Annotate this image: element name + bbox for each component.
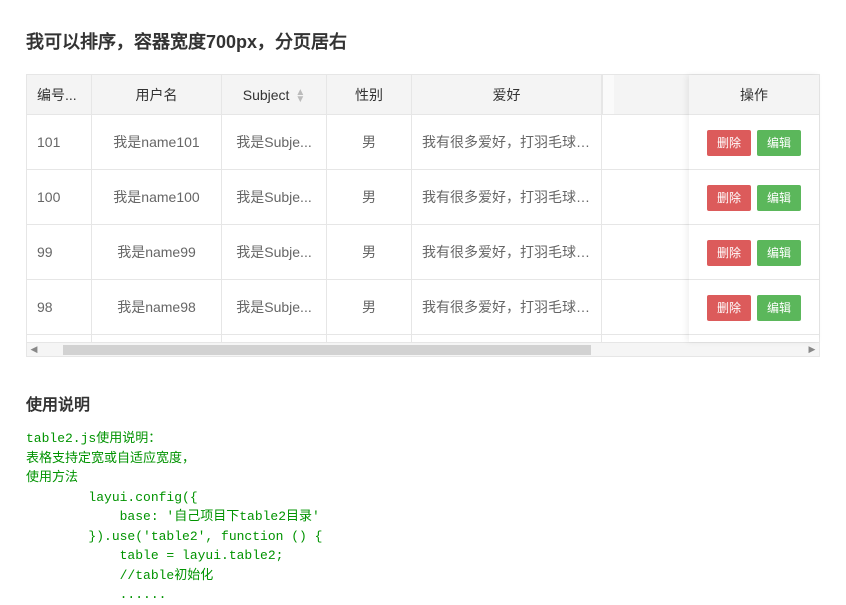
table-row: 删除 编辑 [689,115,819,170]
cell-hobby: 我有很多爱好，打羽毛球，打... [412,335,602,342]
table-row: 删除 编辑 [689,335,819,342]
delete-button[interactable]: 删除 [707,295,751,321]
page-title: 我可以排序，容器宽度700px，分页居右 [26,28,820,54]
edit-button[interactable]: 编辑 [757,295,801,321]
cell-op: 删除 编辑 [689,225,819,280]
cell-hobby: 我有很多爱好，打羽毛球，打... [412,225,602,280]
scroll-left-arrow-icon[interactable]: ◀ [27,344,41,355]
cell-op: 删除 编辑 [689,280,819,335]
cell-sex: 男 [327,170,412,225]
cell-sex: 男 [327,225,412,280]
col-header-id[interactable]: 编号... [27,75,92,115]
cell-sex: 男 [327,115,412,170]
col-header-hobby[interactable]: 爱好 [412,75,602,115]
cell-subject: 我是Subje... [222,225,327,280]
table-row: 删除 编辑 [689,280,819,335]
cell-op: 删除 编辑 [689,335,819,342]
cell-subject: 我是Subje... [222,170,327,225]
cell-sex: 男 [327,280,412,335]
edit-button[interactable]: 编辑 [757,240,801,266]
horizontal-scrollbar[interactable]: ◀ ▶ [27,342,819,356]
delete-button[interactable]: 删除 [707,240,751,266]
cell-user: 我是name101 [92,115,222,170]
instruction-title: 使用说明 [26,391,820,415]
col-header-subject-label: Subject [243,87,290,103]
cell-subject: 我是Subje... [222,115,327,170]
cell-hobby: 我有很多爱好，打羽毛球，打... [412,280,602,335]
cell-hobby: 我有很多爱好，打羽毛球，打... [412,170,602,225]
code-block: table2.js使用说明： 表格支持定宽或自适应宽度， 使用方法 layui.… [26,429,820,605]
scroll-right-arrow-icon[interactable]: ▶ [805,344,819,355]
edit-button[interactable]: 编辑 [757,185,801,211]
data-table: 编号... 用户名 Subject ▲▼ 性别 爱好 101 我是name101… [26,74,820,357]
cell-id: 101 [27,115,92,170]
cell-user: 我是name100 [92,170,222,225]
col-header-username[interactable]: 用户名 [92,75,222,115]
fixed-action-column: 操作 删除 编辑 删除 编辑 删除 编辑 [689,75,819,342]
delete-button[interactable]: 删除 [707,185,751,211]
cell-id: 99 [27,225,92,280]
table-row: 删除 编辑 [689,225,819,280]
cell-user: 我是name99 [92,225,222,280]
cell-user: 我是name98 [92,280,222,335]
col-header-op[interactable]: 操作 [689,75,819,115]
cell-user: 我是name97 [92,335,222,342]
cell-id: 97 [27,335,92,342]
table-row: 删除 编辑 [689,170,819,225]
cell-sex: 男 [327,335,412,342]
cell-op: 删除 编辑 [689,170,819,225]
cell-id: 98 [27,280,92,335]
scroll-thumb[interactable] [63,345,591,355]
cell-op: 删除 编辑 [689,115,819,170]
cell-id: 100 [27,170,92,225]
edit-button[interactable]: 编辑 [757,130,801,156]
cell-hobby: 我有很多爱好，打羽毛球，打... [412,115,602,170]
col-header-sex[interactable]: 性别 [327,75,412,115]
col-header-subject[interactable]: Subject ▲▼ [222,75,327,115]
cell-subject: 我是Subje... [222,280,327,335]
scroll-track[interactable] [41,345,805,355]
sort-icon[interactable]: ▲▼ [295,89,305,103]
delete-button[interactable]: 删除 [707,130,751,156]
cell-subject: 我是Subje... [222,335,327,342]
